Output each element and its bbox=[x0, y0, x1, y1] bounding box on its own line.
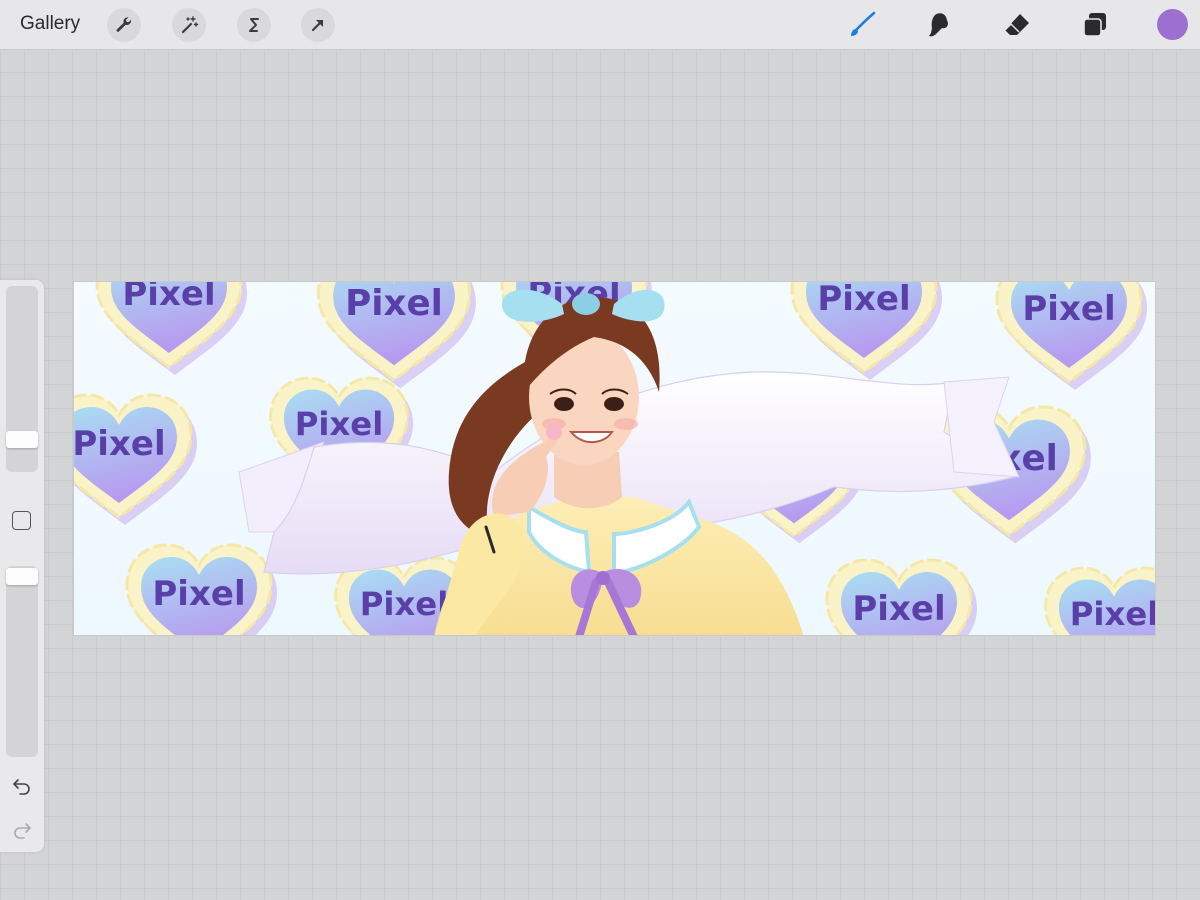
heart-sticker: Pixel bbox=[790, 282, 944, 382]
top-toolbar: Gallery bbox=[0, 0, 1200, 50]
heart-label: Pixel bbox=[852, 589, 945, 629]
heart-label: Pixel bbox=[360, 585, 449, 623]
gallery-button[interactable]: Gallery bbox=[20, 13, 80, 35]
heart-sticker: Pixel bbox=[995, 282, 1149, 392]
brush-tool[interactable] bbox=[845, 8, 879, 42]
transform-button[interactable] bbox=[301, 8, 335, 42]
wrench-icon bbox=[116, 17, 132, 32]
heart-label: Pixel bbox=[122, 282, 215, 314]
color-picker[interactable] bbox=[1157, 9, 1188, 40]
drawing-canvas[interactable]: Pixel Pixel Pixel Pixel Pixel Pixel Pixel Pixel… bbox=[73, 281, 1156, 636]
heart-label: Pixel bbox=[817, 282, 910, 319]
artwork: Pixel Pixel Pixel Pixel Pixel Pixel Pixel Pixel… bbox=[74, 282, 1156, 635]
eraser-icon bbox=[1004, 14, 1029, 35]
heart-label: Pixel bbox=[152, 574, 245, 614]
heart-sticker: Pixel bbox=[125, 543, 279, 635]
opacity-handle[interactable] bbox=[6, 568, 38, 585]
smudge-icon bbox=[929, 13, 948, 37]
magic-wand-icon bbox=[181, 16, 199, 34]
arrow-cursor-icon bbox=[311, 19, 324, 32]
brush-size-slider[interactable] bbox=[6, 286, 38, 472]
actions-button[interactable] bbox=[107, 8, 141, 42]
adjustments-button[interactable] bbox=[172, 8, 206, 42]
selection-s-icon bbox=[249, 18, 259, 32]
heart-label: Pixel bbox=[1022, 289, 1115, 329]
undo-icon[interactable] bbox=[11, 774, 33, 796]
heart-label: Pixel bbox=[1070, 595, 1156, 633]
selection-button[interactable] bbox=[237, 8, 271, 42]
layers-icon bbox=[1083, 13, 1106, 37]
heart-sticker: Pixel bbox=[74, 393, 199, 527]
heart-sticker: Pixel bbox=[825, 558, 979, 635]
smudge-tool[interactable] bbox=[922, 8, 956, 42]
eraser-tool[interactable] bbox=[1000, 8, 1034, 42]
modify-button[interactable] bbox=[12, 511, 31, 530]
heart-label: Pixel bbox=[295, 405, 384, 443]
heart-label: Pixel bbox=[74, 424, 166, 464]
redo-icon[interactable] bbox=[11, 818, 33, 840]
brush-size-handle[interactable] bbox=[6, 431, 38, 448]
heart-sticker: Pixel bbox=[1044, 566, 1156, 635]
heart-sticker: Pixel bbox=[316, 282, 478, 390]
heart-label: Pixel bbox=[345, 283, 443, 324]
opacity-slider[interactable] bbox=[6, 566, 38, 757]
heart-sticker: Pixel bbox=[95, 282, 249, 377]
layers-tool[interactable] bbox=[1078, 8, 1112, 42]
sidebar bbox=[0, 280, 44, 852]
brush-icon bbox=[851, 11, 876, 36]
